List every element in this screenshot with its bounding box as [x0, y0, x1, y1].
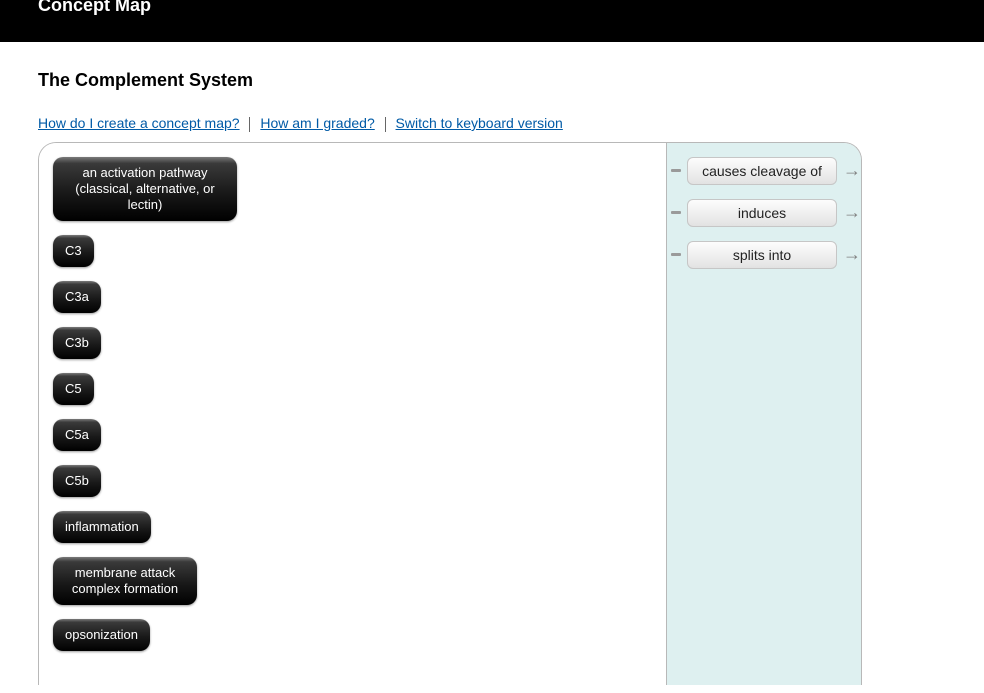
link-how-create[interactable]: How do I create a concept map?: [38, 115, 240, 131]
link-how-graded[interactable]: How am I graded?: [260, 115, 374, 131]
link-keyboard-version[interactable]: Switch to keyboard version: [396, 115, 563, 131]
link-phrase-palette: causes cleavage of → induces → splits in…: [667, 143, 861, 685]
arrow-right-icon[interactable]: →: [843, 202, 857, 223]
link-induces[interactable]: induces: [687, 199, 837, 227]
arrow-right-icon[interactable]: →: [843, 160, 857, 181]
node-activation-pathway[interactable]: an activation pathway (classical, altern…: [53, 157, 237, 221]
app-title: Concept Map: [38, 0, 151, 15]
app-banner: Concept Map: [0, 0, 984, 42]
separator-icon: [249, 117, 250, 132]
node-c3[interactable]: C3: [53, 235, 94, 267]
node-opsonization[interactable]: opsonization: [53, 619, 150, 651]
help-links: How do I create a concept map? How am I …: [38, 115, 984, 132]
node-mac[interactable]: membrane attack complex formation: [53, 557, 197, 605]
node-c3a[interactable]: C3a: [53, 281, 101, 313]
node-c5[interactable]: C5: [53, 373, 94, 405]
separator-icon: [385, 117, 386, 132]
node-c5a[interactable]: C5a: [53, 419, 101, 451]
node-c5b[interactable]: C5b: [53, 465, 101, 497]
drag-handle-icon[interactable]: [671, 253, 681, 256]
link-causes-cleavage[interactable]: causes cleavage of: [687, 157, 837, 185]
drag-handle-icon[interactable]: [671, 211, 681, 214]
page-title: The Complement System: [38, 70, 984, 91]
concept-canvas[interactable]: an activation pathway (classical, altern…: [39, 143, 667, 685]
node-c3b[interactable]: C3b: [53, 327, 101, 359]
link-splits-into[interactable]: splits into: [687, 241, 837, 269]
concept-map-workspace: an activation pathway (classical, altern…: [38, 142, 862, 685]
arrow-right-icon[interactable]: →: [843, 244, 857, 265]
drag-handle-icon[interactable]: [671, 169, 681, 172]
node-inflammation[interactable]: inflammation: [53, 511, 151, 543]
